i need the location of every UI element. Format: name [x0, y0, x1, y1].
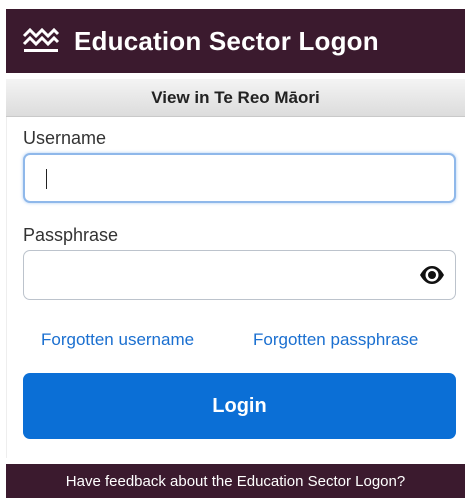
waves-logo-icon: [22, 27, 60, 55]
language-bar: View in Te Reo Māori: [6, 79, 465, 117]
forgot-passphrase-link[interactable]: Forgotten passphrase: [253, 330, 418, 350]
login-button[interactable]: Login: [23, 373, 456, 439]
passphrase-field[interactable]: [23, 250, 456, 300]
page-title: Education Sector Logon: [74, 25, 379, 56]
passphrase-label: Passphrase: [23, 225, 119, 245]
text-caret: [46, 169, 47, 189]
username-field[interactable]: [23, 153, 456, 203]
eye-icon[interactable]: [419, 264, 445, 286]
feedback-bar: Have feedback about the Education Sector…: [6, 464, 465, 498]
feedback-link[interactable]: Have feedback about the Education Sector…: [66, 473, 405, 490]
logon-page: Education Sector Logon View in Te Reo Mā…: [6, 0, 465, 498]
forgot-username-link[interactable]: Forgotten username: [41, 330, 194, 350]
username-label: Username: [23, 128, 107, 148]
page-header: Education Sector Logon: [6, 9, 465, 73]
language-toggle-link[interactable]: View in Te Reo Māori: [151, 88, 319, 108]
logon-form: Username Passphrase Forgotten username F…: [6, 117, 465, 458]
